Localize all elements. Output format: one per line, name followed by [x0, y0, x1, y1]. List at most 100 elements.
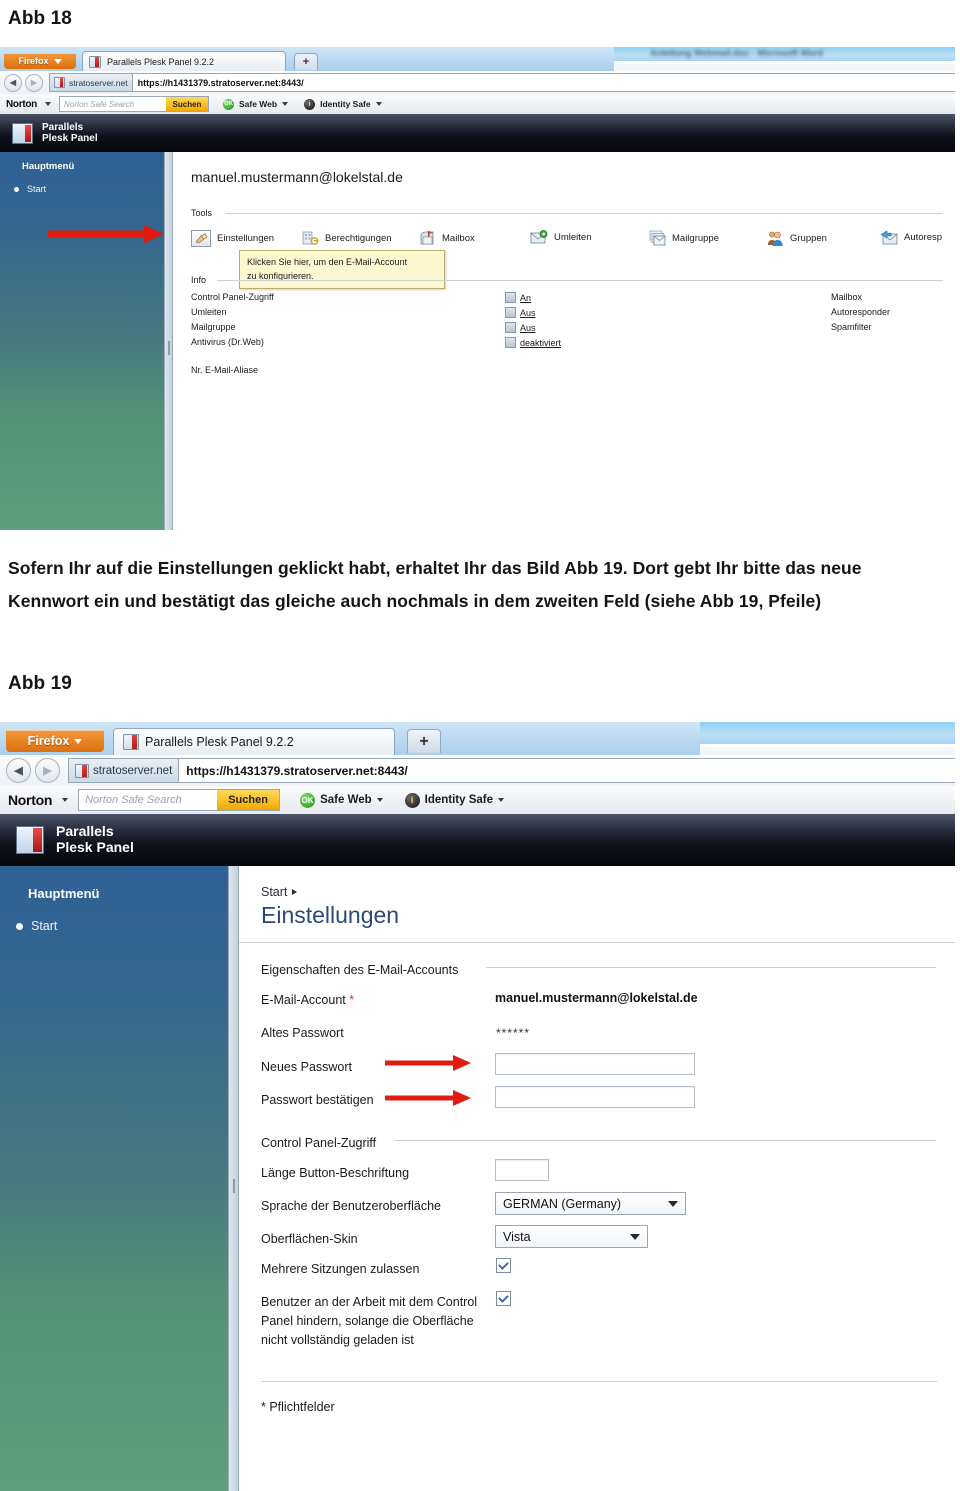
chevron-down-icon [630, 1233, 640, 1240]
info-value-umleiten[interactable]: Aus [505, 307, 536, 318]
sidebar-title: Hauptmenü [22, 161, 75, 172]
url-text: https://h1431379.stratoserver.net:8443/ [186, 763, 408, 778]
tooltip-line-1: Klicken Sie hier, um den E-Mail-Account [247, 257, 408, 267]
section-rule-control-panel [395, 1140, 936, 1141]
annotation-arrow-confirm-password [385, 1090, 471, 1106]
safe-web-label: Safe Web [238, 99, 278, 109]
tool-autoresponder[interactable]: Autoresp [880, 230, 942, 245]
norton-search-button[interactable]: Suchen [165, 97, 208, 111]
forward-button[interactable]: ▶ [25, 73, 43, 92]
tool-berechtigungen[interactable]: Berechtigungen [302, 230, 392, 246]
tab-strip-2: Firefox Parallels Plesk Panel 9.2.2 + [0, 722, 700, 756]
tool-gruppen[interactable]: Gruppen [767, 230, 827, 246]
checkbox-prevent-interaction[interactable] [496, 1291, 511, 1306]
sidebar-splitter[interactable] [164, 152, 173, 530]
plesk-sidebar: Hauptmenü Start [0, 152, 164, 530]
plesk-brand-line-2: Plesk Panel [42, 133, 98, 144]
section-label-account: Eigenschaften des E-Mail-Accounts [261, 963, 459, 977]
url-bar[interactable]: stratoserver.net https://h1431379.strato… [49, 73, 955, 92]
info-value-control-panel[interactable]: An [505, 292, 531, 303]
norton-identity-safe-item[interactable]: i Identity Safe [304, 98, 382, 110]
browser-tab-label: Parallels Plesk Panel 9.2.2 [107, 56, 215, 67]
tool-label: Mailgruppe [672, 232, 719, 244]
url-text: https://h1431379.stratoserver.net:8443/ [137, 77, 304, 88]
tooltip-einstellungen: Klicken Sie hier, um den E-Mail-Account … [239, 250, 445, 289]
info-value-antivirus[interactable]: deaktiviert [505, 337, 561, 348]
norton-menu-chevron-icon[interactable] [62, 798, 69, 802]
site-identity-chip[interactable]: stratoserver.net [69, 759, 180, 782]
safe-web-chevron-icon [282, 102, 289, 106]
label-language: Sprache der Benutzeroberfläche [261, 1199, 441, 1213]
norton-menu-chevron-icon[interactable] [44, 102, 51, 106]
info-right-mailbox: Mailbox [831, 292, 863, 302]
navigation-bar: ◀ ▶ stratoserver.net https://h1431379.st… [0, 71, 955, 95]
url-bar-2[interactable]: stratoserver.net https://h1431379.strato… [68, 758, 955, 783]
new-tab-button[interactable]: + [294, 53, 318, 70]
norton-search-placeholder: Norton Safe Search [85, 794, 182, 806]
safe-web-badge-icon: OK [300, 792, 316, 808]
firefox-menu-label: Firefox [27, 734, 70, 748]
norton-logo: Norton [8, 792, 53, 808]
input-button-length[interactable] [495, 1159, 549, 1181]
background-window-title: Anleitung Webmail.doc - Microsoft Word [650, 48, 824, 58]
sidebar-item-start[interactable]: Start [14, 184, 46, 194]
tool-einstellungen[interactable]: Einstellungen [191, 230, 274, 247]
info-row-label: Control Panel-Zugriff [191, 292, 274, 302]
status-icon [505, 307, 516, 318]
safe-web-chevron-icon [376, 798, 383, 802]
tool-umleiten[interactable]: Umleiten [530, 230, 592, 245]
label-old-password: Altes Passwort [261, 1026, 344, 1040]
new-tab-button[interactable]: + [407, 729, 441, 753]
info-row-label: Umleiten [191, 307, 227, 317]
info-value-label: Aus [520, 307, 536, 318]
norton-safe-web-item[interactable]: OK Safe Web [300, 792, 383, 808]
plesk-brand-line-2: Plesk Panel [56, 839, 134, 855]
site-identity-label: stratoserver.net [93, 764, 173, 777]
tool-mailbox[interactable]: Mailbox [419, 230, 475, 246]
back-button[interactable]: ◀ [4, 73, 22, 92]
input-confirm-password[interactable] [495, 1086, 695, 1108]
checkbox-multi-session[interactable] [496, 1258, 511, 1273]
settings-hand-icon [191, 230, 211, 247]
norton-search-input[interactable]: Norton Safe Search Suchen [78, 789, 281, 811]
tool-mailgruppe[interactable]: Mailgruppe [649, 230, 719, 246]
info-section-label: Info [191, 275, 207, 285]
forward-button[interactable]: ▶ [35, 758, 60, 783]
browser-tab-plesk[interactable]: Parallels Plesk Panel 9.2.2 [113, 728, 395, 755]
norton-toolbar: Norton Norton Safe Search Suchen OK Safe… [0, 94, 955, 115]
select-language[interactable]: GERMAN (Germany) [495, 1192, 686, 1215]
breadcrumb[interactable]: Start [261, 885, 298, 899]
chevron-right-icon [292, 889, 298, 895]
plesk-content-abb19: Start Einstellungen Eigenschaften des E-… [239, 866, 955, 1491]
norton-logo: Norton [6, 98, 37, 110]
site-identity-chip[interactable]: stratoserver.net [50, 74, 133, 91]
bullet-icon [14, 186, 19, 192]
info-row-label: Antivirus (Dr.Web) [191, 337, 264, 347]
label-prevent-interaction: Benutzer an der Arbeit mit dem Control P… [261, 1295, 478, 1347]
label-confirm-password: Passwort bestätigen [261, 1093, 374, 1107]
info-value-mailgruppe[interactable]: Aus [505, 322, 536, 333]
norton-search-button[interactable]: Suchen [217, 790, 280, 810]
input-new-password[interactable] [495, 1053, 695, 1075]
plesk-brand-header: Parallels Plesk Panel [0, 114, 955, 153]
site-identity-label: stratoserver.net [69, 77, 128, 88]
permissions-icon [302, 230, 319, 246]
back-button[interactable]: ◀ [6, 758, 31, 783]
norton-search-input[interactable]: Norton Safe Search Suchen [58, 96, 209, 112]
tab-strip: Firefox Parallels Plesk Panel 9.2.2 + [0, 47, 614, 72]
sidebar-item-label: Start [31, 919, 58, 933]
label-multi-session: Mehrere Sitzungen zulassen [261, 1262, 420, 1276]
select-skin[interactable]: Vista [495, 1225, 648, 1248]
norton-identity-safe-item[interactable]: i Identity Safe [404, 792, 505, 808]
sidebar-item-start[interactable]: Start [16, 919, 57, 933]
plesk-brand-text: Parallels Plesk Panel [56, 824, 134, 855]
label-skin: Oberflächen-Skin [261, 1232, 358, 1246]
identity-safe-label: Identity Safe [320, 99, 371, 109]
status-icon [505, 292, 516, 303]
firefox-menu-button[interactable]: Firefox [4, 53, 76, 69]
chevron-down-icon [53, 58, 62, 64]
browser-tab-plesk[interactable]: Parallels Plesk Panel 9.2.2 [82, 51, 286, 71]
sidebar-splitter-2[interactable] [228, 866, 239, 1491]
firefox-menu-button[interactable]: Firefox [6, 730, 104, 752]
norton-safe-web-item[interactable]: OK Safe Web [222, 98, 289, 110]
